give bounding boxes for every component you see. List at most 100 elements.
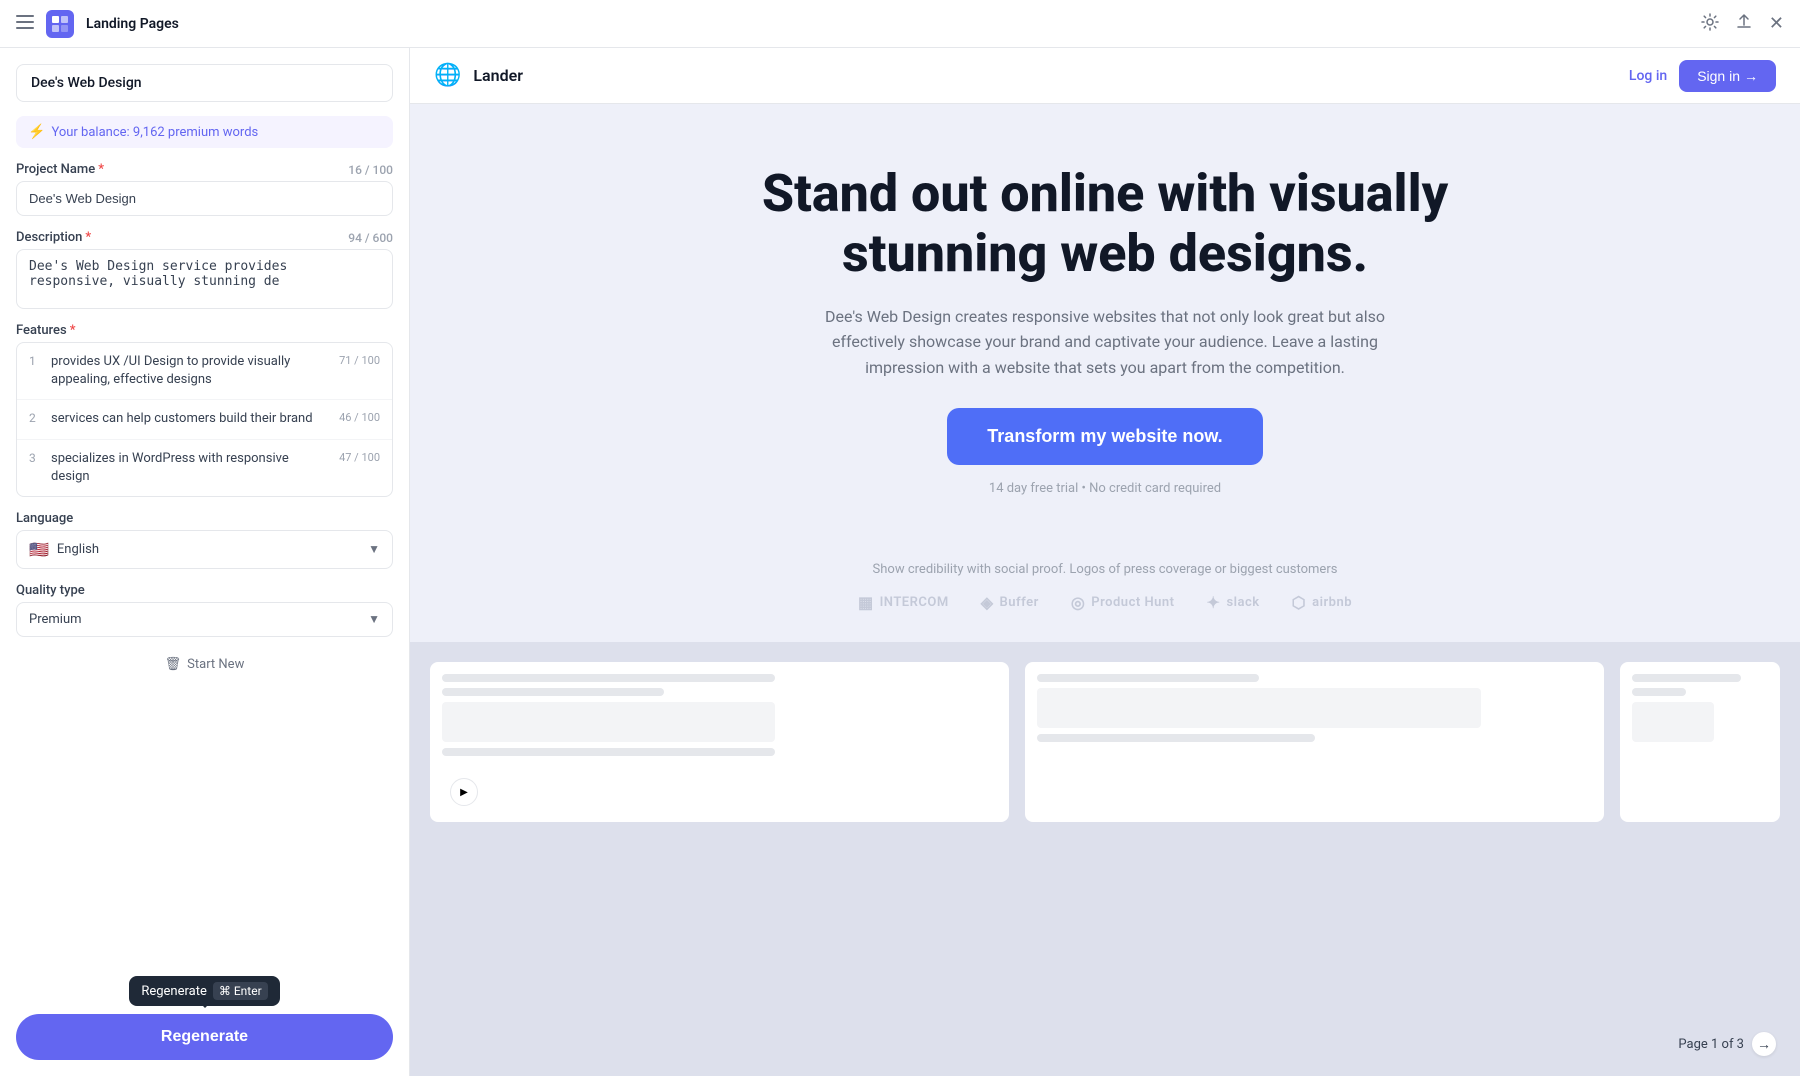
description-label: Description bbox=[16, 230, 82, 245]
card-bar-short bbox=[442, 688, 664, 696]
hero-title: Stand out online with visually stunning … bbox=[655, 164, 1555, 284]
project-name-field: Project Name * 16 / 100 bbox=[16, 162, 393, 216]
description-required: * bbox=[85, 230, 91, 245]
feature-counter: 47 / 100 bbox=[335, 450, 380, 464]
logo-name: INTERCOM bbox=[880, 595, 949, 610]
app-title: Landing Pages bbox=[86, 16, 179, 32]
app-logo bbox=[46, 10, 74, 38]
preview-area: 🌐 Lander Log in Sign in → Stand out onli… bbox=[410, 48, 1800, 1076]
settings-icon[interactable] bbox=[1701, 13, 1719, 35]
quality-select[interactable]: Premium ▼ bbox=[16, 602, 393, 637]
preview-brand-name: Lander bbox=[473, 66, 1617, 85]
lightning-icon: ⚡ bbox=[28, 124, 45, 140]
sidebar: Dee's Web Design ⚡ Your balance: 9,162 p… bbox=[0, 48, 410, 1076]
preview-nav: 🌐 Lander Log in Sign in → bbox=[410, 48, 1800, 104]
logo-item: ▦ INTERCOM bbox=[858, 593, 949, 612]
language-label: Language bbox=[16, 511, 73, 526]
description-counter: 94 / 600 bbox=[348, 231, 393, 245]
card3-bar-1 bbox=[1632, 674, 1741, 682]
hero-subtitle: Dee's Web Design creates responsive webs… bbox=[805, 304, 1405, 381]
enter-label: Enter bbox=[234, 984, 262, 998]
titlebar-actions: ✕ bbox=[1701, 13, 1784, 35]
start-new-label: Start New bbox=[187, 657, 244, 672]
social-proof-label: Show credibility with social proof. Logo… bbox=[450, 562, 1760, 577]
logo-icon: ▦ bbox=[858, 593, 874, 612]
start-new-button[interactable]: 🗑 Start New bbox=[16, 651, 393, 678]
share-icon[interactable] bbox=[1735, 13, 1753, 35]
preview-globe-icon: 🌐 bbox=[434, 63, 461, 88]
feature-counter: 71 / 100 bbox=[335, 353, 380, 367]
feature-num: 3 bbox=[29, 450, 41, 465]
close-icon[interactable]: ✕ bbox=[1769, 13, 1784, 34]
signup-label: Sign in bbox=[1697, 68, 1740, 84]
balance-banner: ⚡ Your balance: 9,162 premium words bbox=[16, 116, 393, 148]
feature-item: 3 specializes in WordPress with responsi… bbox=[17, 440, 392, 496]
preview-signup-button[interactable]: Sign in → bbox=[1679, 60, 1776, 92]
language-chevron-icon: ▼ bbox=[368, 542, 380, 556]
cmd-icon: ⌘ bbox=[219, 984, 231, 998]
logo-name: Buffer bbox=[1000, 595, 1039, 610]
project-name-label: Project Name bbox=[16, 162, 95, 177]
tooltip-label: Regenerate bbox=[141, 984, 207, 999]
card2-bar-2 bbox=[1037, 734, 1315, 742]
language-value: English bbox=[57, 542, 99, 557]
regenerate-section: Regenerate ⌘ Enter Regenerate bbox=[16, 968, 393, 1060]
logo-name: slack bbox=[1226, 595, 1259, 610]
preview-bottom: ▶ Page 1 of 3 → bbox=[410, 642, 1800, 1076]
feature-text: specializes in WordPress with responsive… bbox=[51, 450, 325, 486]
page-indicator: Page 1 of 3 → bbox=[1678, 1032, 1776, 1056]
project-name-display: Dee's Web Design bbox=[16, 64, 393, 102]
titlebar: Landing Pages ✕ bbox=[0, 0, 1800, 48]
features-label: Features bbox=[16, 323, 67, 338]
quality-field: Quality type Premium ▼ bbox=[16, 583, 393, 637]
project-name-input[interactable] bbox=[16, 181, 393, 216]
preview-login-button[interactable]: Log in bbox=[1629, 68, 1667, 84]
feature-text: provides UX /UI Design to provide visual… bbox=[51, 353, 325, 389]
tooltip-shortcut: ⌘ Enter bbox=[213, 982, 268, 1000]
description-input[interactable] bbox=[16, 249, 393, 309]
card3-bar-2 bbox=[1632, 688, 1686, 696]
logo-name: Product Hunt bbox=[1091, 595, 1174, 610]
logo-item: ✦ slack bbox=[1207, 593, 1260, 612]
quality-chevron-icon: ▼ bbox=[368, 612, 380, 626]
language-field: Language 🇺🇸 English ▼ bbox=[16, 511, 393, 569]
preview-card-3 bbox=[1620, 662, 1780, 822]
logo-icon: ◎ bbox=[1071, 593, 1085, 612]
regenerate-button[interactable]: Regenerate bbox=[16, 1014, 393, 1060]
card2-bar-tall bbox=[1037, 688, 1481, 728]
page-label: Page 1 of 3 bbox=[1678, 1037, 1744, 1052]
logo-name: airbnb bbox=[1312, 595, 1352, 610]
card-bar-tall bbox=[442, 702, 775, 742]
feature-counter: 46 / 100 bbox=[335, 410, 380, 424]
preview-card-2 bbox=[1025, 662, 1604, 822]
feature-item: 1 provides UX /UI Design to provide visu… bbox=[17, 343, 392, 400]
language-flag: 🇺🇸 bbox=[29, 540, 49, 559]
card-bar-2 bbox=[442, 748, 775, 756]
feature-item: 2 services can help customers build thei… bbox=[17, 400, 392, 439]
feature-num: 1 bbox=[29, 353, 41, 368]
features-field: Features * 1 provides UX /UI Design to p… bbox=[16, 323, 393, 497]
features-required: * bbox=[70, 323, 76, 338]
project-name-counter: 16 / 100 bbox=[348, 163, 393, 177]
play-button[interactable]: ▶ bbox=[450, 778, 478, 806]
quality-value: Premium bbox=[29, 612, 82, 627]
next-page-button[interactable]: → bbox=[1752, 1032, 1776, 1056]
features-list: 1 provides UX /UI Design to provide visu… bbox=[16, 342, 393, 497]
card3-bar-tall bbox=[1632, 702, 1714, 742]
logo-icon: ✦ bbox=[1207, 593, 1221, 612]
balance-text: Your balance: 9,162 premium words bbox=[51, 125, 258, 140]
menu-icon[interactable] bbox=[16, 13, 34, 34]
logo-item: ◎ Product Hunt bbox=[1071, 593, 1175, 612]
feature-num: 2 bbox=[29, 410, 41, 425]
preview-card-1: ▶ bbox=[430, 662, 1009, 822]
logo-item: ⬡ airbnb bbox=[1292, 593, 1352, 612]
logo-item: ◈ Buffer bbox=[981, 593, 1039, 612]
language-select[interactable]: 🇺🇸 English ▼ bbox=[16, 530, 393, 569]
hero-section: Stand out online with visually stunning … bbox=[410, 104, 1800, 546]
card2-bar-1 bbox=[1037, 674, 1259, 682]
project-name-required: * bbox=[98, 162, 104, 177]
logos-row: ▦ INTERCOM ◈ Buffer ◎ Product Hunt ✦ slack ⬡ airb… bbox=[450, 593, 1760, 612]
hero-cta-button[interactable]: Transform my website now. bbox=[947, 408, 1262, 465]
logo-icon: ⬡ bbox=[1292, 593, 1306, 612]
logo-icon: ◈ bbox=[981, 593, 994, 612]
